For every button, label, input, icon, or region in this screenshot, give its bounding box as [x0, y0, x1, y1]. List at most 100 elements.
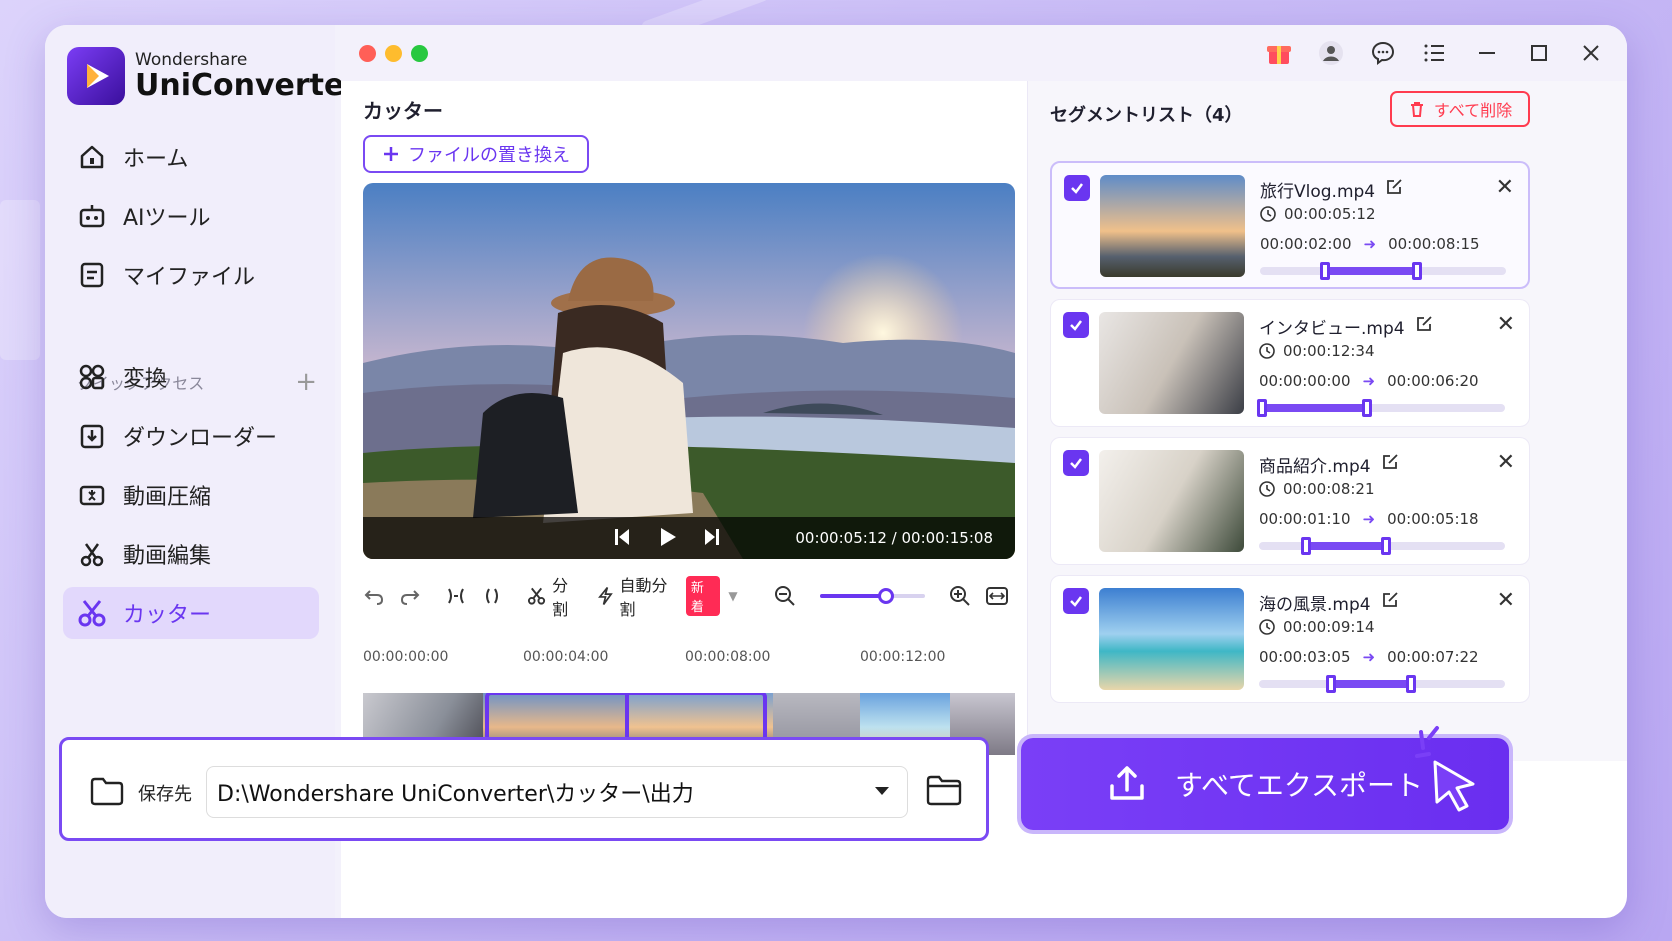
segment-checkbox[interactable]	[1064, 175, 1090, 201]
segment-start-time: 00:00:03:05	[1259, 648, 1351, 666]
ruler-tick-label: 00:00:12:00	[860, 649, 946, 665]
auto-split-button[interactable]: 自動分割 新着 ▼	[597, 572, 738, 620]
segment-end-time: 00:00:07:22	[1387, 648, 1479, 666]
segment-list-panel: セグメントリスト（4） すべて削除 旅行Vlog.mp4 ✕ 00:00:05:…	[1027, 81, 1627, 761]
nav-item-ai-tools[interactable]: AIツール	[63, 190, 319, 242]
scissors-icon	[527, 587, 546, 605]
play-icon[interactable]	[655, 525, 679, 553]
segment-start-handle[interactable]	[1301, 537, 1312, 555]
gift-icon[interactable]	[1263, 37, 1295, 69]
remove-segment-icon[interactable]: ✕	[1497, 588, 1515, 613]
rename-edit-icon[interactable]	[1381, 591, 1399, 614]
mark-in-icon[interactable]	[445, 585, 467, 607]
segment-end-time: 00:00:08:15	[1388, 235, 1480, 253]
minimize-icon[interactable]	[1471, 37, 1503, 69]
segment-file-name: 商品紹介.mp4	[1259, 457, 1371, 477]
close-icon[interactable]	[1575, 37, 1607, 69]
edit-toolbar: 分割 自動分割 新着 ▼	[363, 576, 1023, 619]
segment-file-name: 旅行Vlog.mp4	[1260, 182, 1376, 202]
feedback-icon[interactable]	[1367, 37, 1399, 69]
segment-range-slider[interactable]	[1259, 675, 1505, 693]
zoom-slider-handle[interactable]	[877, 588, 894, 604]
nav-item-convert[interactable]: 変換	[63, 351, 319, 403]
split-button[interactable]: 分割	[527, 572, 583, 620]
segment-range-slider[interactable]	[1260, 262, 1506, 280]
segment-start-handle[interactable]	[1325, 675, 1336, 693]
menu-list-icon[interactable]	[1419, 37, 1451, 69]
nav-item-compress[interactable]: 動画圧縮	[63, 469, 319, 521]
nav-item-home[interactable]: ホーム	[63, 131, 319, 183]
segment-card[interactable]: 商品紹介.mp4 ✕ 00:00:08:21 00:00:01:10 ➜ 00:…	[1050, 437, 1530, 565]
segment-checkbox[interactable]	[1063, 450, 1089, 476]
segment-end-handle[interactable]	[1405, 675, 1416, 693]
zoom-slider[interactable]	[819, 588, 925, 604]
segment-range-slider[interactable]	[1259, 537, 1505, 555]
segment-start-handle[interactable]	[1319, 262, 1330, 280]
bg-film-strip	[0, 200, 40, 360]
nav-item-my-files[interactable]: マイファイル	[63, 249, 319, 301]
segment-checkbox[interactable]	[1063, 588, 1089, 614]
previous-frame-icon[interactable]	[611, 525, 635, 553]
clock-icon	[1259, 481, 1275, 497]
rename-edit-icon[interactable]	[1385, 178, 1403, 201]
segment-range-row: 00:00:03:05 ➜ 00:00:07:22	[1259, 648, 1479, 666]
video-preview[interactable]: 00:00:05:12 / 00:00:15:08	[363, 183, 1015, 559]
compress-icon	[79, 485, 105, 506]
segment-start-time: 00:00:00:00	[1259, 372, 1351, 390]
zoom-out-icon[interactable]	[774, 585, 796, 607]
convert-icon	[79, 364, 105, 390]
segment-duration: 00:00:05:12	[1284, 205, 1376, 223]
nav-item-edit[interactable]: 動画編集	[63, 528, 319, 580]
mark-out-icon[interactable]	[481, 585, 503, 607]
video-frame-image	[363, 183, 1015, 559]
account-icon[interactable]	[1315, 37, 1347, 69]
open-folder-icon[interactable]	[926, 774, 962, 810]
zoom-in-icon[interactable]	[949, 585, 971, 607]
replace-file-button[interactable]: ファイルの置き換え	[363, 135, 589, 173]
playback-time: 00:00:05:12 / 00:00:15:08	[795, 529, 993, 547]
clock-icon	[1259, 343, 1275, 359]
redo-icon[interactable]	[399, 585, 421, 607]
clock-icon	[1259, 619, 1275, 635]
remove-segment-icon[interactable]: ✕	[1497, 450, 1515, 475]
split-label: 分割	[552, 576, 569, 619]
export-all-button[interactable]: すべてエクスポート	[1021, 726, 1509, 830]
rename-edit-icon[interactable]	[1381, 453, 1399, 476]
title-bar	[341, 25, 1627, 81]
chevron-down-icon[interactable]	[875, 787, 889, 795]
close-dot-button[interactable]	[359, 45, 376, 62]
segment-end-handle[interactable]	[1411, 262, 1422, 280]
segment-duration-row: 00:00:08:21	[1259, 480, 1375, 498]
segment-name-row: 海の風景.mp4	[1259, 590, 1399, 615]
segment-checkbox[interactable]	[1063, 312, 1089, 338]
nav-label: 変換	[123, 367, 168, 392]
segment-thumbnail	[1099, 450, 1244, 552]
home-icon	[80, 145, 104, 169]
ruler-tick-label: 00:00:04:00	[523, 649, 609, 665]
delete-all-button[interactable]: すべて削除	[1390, 91, 1530, 127]
segment-card[interactable]: インタビュー.mp4 ✕ 00:00:12:34 00:00:00:00 ➜ 0…	[1050, 299, 1530, 427]
segment-card[interactable]: 旅行Vlog.mp4 ✕ 00:00:05:12 00:00:02:00 ➜ 0…	[1050, 161, 1530, 289]
maximize-icon[interactable]	[1523, 37, 1555, 69]
segment-card[interactable]: 海の風景.mp4 ✕ 00:00:09:14 00:00:03:05 ➜ 00:…	[1050, 575, 1530, 703]
next-frame-icon[interactable]	[699, 525, 723, 553]
undo-icon[interactable]	[363, 585, 385, 607]
segment-list-title: セグメントリスト（4）	[1050, 105, 1243, 126]
remove-segment-icon[interactable]: ✕	[1496, 175, 1514, 200]
fit-timeline-icon[interactable]	[985, 585, 1009, 607]
arrow-right-icon: ➜	[1362, 648, 1376, 666]
minimize-dot-button[interactable]	[385, 45, 402, 62]
zoom-dot-button[interactable]	[411, 45, 428, 62]
rename-edit-icon[interactable]	[1415, 315, 1433, 338]
remove-segment-icon[interactable]: ✕	[1497, 312, 1515, 337]
segment-start-handle[interactable]	[1257, 399, 1267, 417]
nav-item-cutter[interactable]: カッター	[63, 587, 319, 639]
save-path-select[interactable]: D:\Wondershare UniConverter\カッター\出力	[206, 766, 908, 818]
segment-range-slider[interactable]	[1257, 399, 1505, 417]
nav-item-downloader[interactable]: ダウンローダー	[63, 410, 319, 462]
chevron-down-icon[interactable]: ▼	[728, 589, 737, 603]
replace-file-label: ファイルの置き換え	[408, 145, 570, 166]
window-controls-mac	[359, 45, 428, 62]
segment-end-handle[interactable]	[1361, 399, 1372, 417]
segment-end-handle[interactable]	[1381, 537, 1392, 555]
